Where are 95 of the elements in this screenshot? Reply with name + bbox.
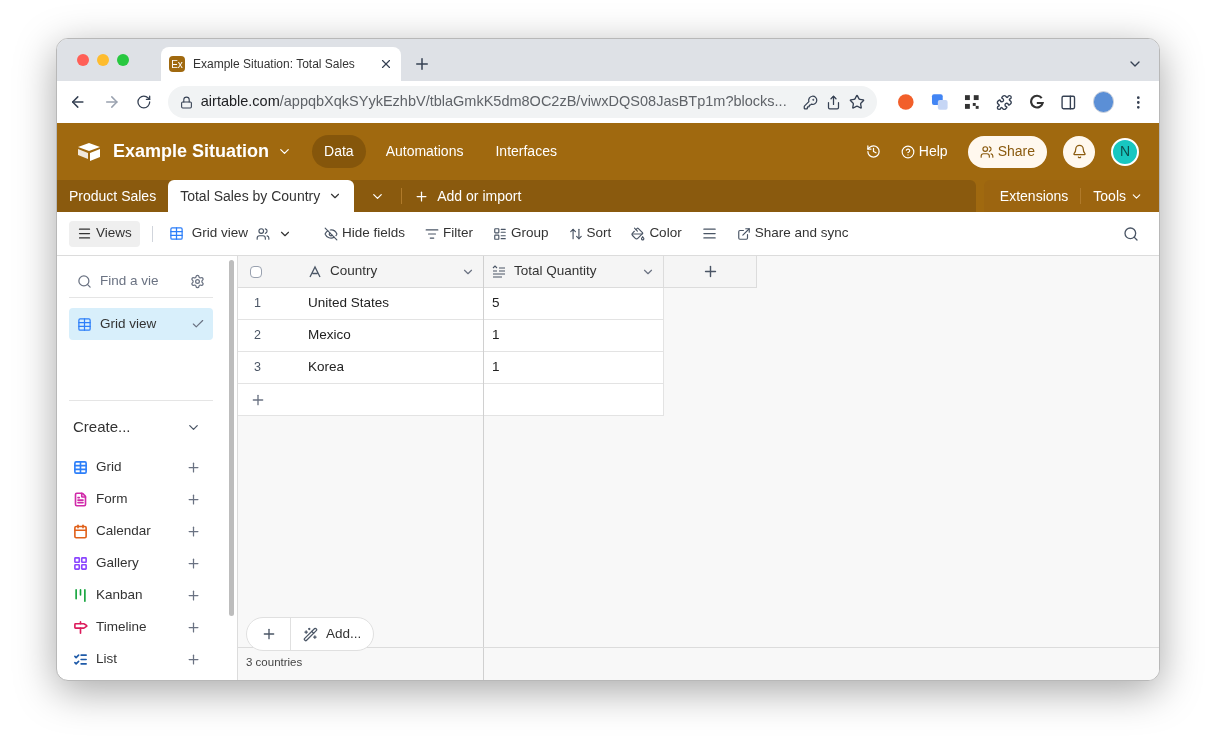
text-field-icon [308,264,322,279]
share-icon[interactable] [826,94,842,110]
add-table-button[interactable]: Add or import [414,185,522,207]
toolbar-button[interactable]: Filter [425,223,474,244]
table-cell-text: United States [307,294,391,313]
settings-icon[interactable] [190,274,205,289]
row-number: 1 [253,295,262,313]
table-tab[interactable]: Product Sales [57,180,169,212]
table-icon [168,226,184,241]
notifications-button[interactable] [1063,135,1095,168]
search-icon [77,274,92,289]
user-avatar[interactable]: N [1111,137,1139,166]
list-icon [493,226,508,241]
close-icon[interactable] [379,57,393,71]
favicon: Ex [169,56,185,72]
paint-bucket-icon [631,226,646,241]
table-cell: 1 [484,320,664,352]
add-with-ai-button[interactable]: Add... [291,623,374,645]
sort-icon [568,226,583,241]
create-heading[interactable]: Create... [73,415,131,439]
row-number: 2 [253,327,262,345]
view-item[interactable]: Grid view [69,308,213,340]
create-view-option[interactable]: Kanban [96,584,143,606]
nav-tab[interactable]: Data [312,135,366,168]
help-button[interactable]: Help [900,141,948,162]
toolbar-button[interactable]: Hide fields [324,223,406,244]
qr-code-icon[interactable] [964,94,981,110]
side-panel-icon[interactable] [1060,93,1077,111]
create-view-option[interactable]: Calendar [96,520,151,542]
extension-icon[interactable] [897,93,915,111]
url-text: airtable.com/appqbXqkSYykEzhbV/tblaGmkK5dm8OC2zB/viwxDQS08JasBTp1m?blocks... [200,92,788,112]
table-cell-text: Mexico [307,326,352,345]
base-name[interactable]: Example Situation [113,138,270,165]
create-view-option[interactable]: Gallery [96,552,139,574]
toolbar-button[interactable]: Group [493,223,549,244]
create-view-option[interactable]: List [96,648,117,670]
nav-tab[interactable]: Interfaces [483,135,569,168]
profile-avatar[interactable] [1092,91,1115,113]
create-view-option[interactable]: Form [96,488,128,510]
table-cell: 5 [484,288,664,320]
puzzle-icon[interactable] [996,93,1013,111]
table-cell-text: Korea [307,358,346,377]
table-tab[interactable]: Total Sales by Country [168,180,355,212]
create-view-option[interactable]: Grid [96,456,122,478]
check-icon [191,317,205,331]
column-header[interactable]: Country [300,256,483,287]
address-bar[interactable]: airtable.com/appqbXqkSYykEzhbV/tblaGmkK5dm8OC2zB/viwxDQS08JasBTp1m?blocks... [167,86,878,118]
table-icon [77,316,92,332]
translate-icon[interactable] [930,93,949,111]
plus-icon[interactable] [186,491,201,507]
toolbar-button[interactable]: Share and sync [736,223,849,244]
share-button[interactable]: Share [967,135,1047,168]
help-icon [900,144,915,159]
magic-wand-icon [303,626,318,642]
bell-icon [1071,144,1087,159]
column-header[interactable]: Total Quantity [484,256,664,287]
new-tab-icon[interactable] [413,55,431,73]
view-switcher[interactable]: Grid view [168,223,293,244]
select-all-checkbox[interactable] [250,265,262,278]
lines-icon[interactable] [701,226,717,241]
toolbar-button[interactable]: Extensions [999,185,1069,207]
views-button[interactable]: Views [69,220,140,247]
plus-icon[interactable] [186,523,201,539]
rollup-field-icon [492,264,506,279]
reload-icon[interactable] [136,94,152,110]
nav-tab[interactable]: Automations [373,135,476,168]
toolbar-button[interactable]: Sort [568,223,612,244]
plus-icon [414,188,430,204]
history-icon[interactable] [865,144,881,159]
filter-icon [425,226,440,241]
create-view-option[interactable]: Timeline [96,616,147,638]
scrollbar[interactable] [229,260,234,616]
key-icon[interactable] [803,94,819,110]
plus-icon[interactable] [186,555,201,571]
people-icon [979,144,994,159]
browser-tab[interactable]: Ex Example Situation: Total Sales [161,47,401,81]
plus-icon[interactable] [186,651,201,667]
row-number: 3 [253,359,262,377]
toolbar-button[interactable]: Color [631,223,682,244]
table-cell: 1 [484,352,664,384]
lock-icon [179,95,193,109]
tab-title: Example Situation: Total Sales [193,56,356,73]
external-link-icon [736,226,751,241]
g-icon[interactable] [1028,94,1045,110]
menu-icon [77,226,92,241]
toolbar-button[interactable]: Tools [1093,185,1143,207]
plus-icon[interactable] [186,619,201,635]
plus-icon[interactable] [186,459,201,475]
search-field[interactable]: Find a vie [100,271,168,292]
search-icon[interactable] [1123,225,1139,242]
people-icon [256,226,271,241]
eye-off-icon [324,226,339,241]
box-logo-icon [77,141,101,162]
plus-icon[interactable] [186,587,201,603]
star-icon[interactable] [849,94,866,110]
